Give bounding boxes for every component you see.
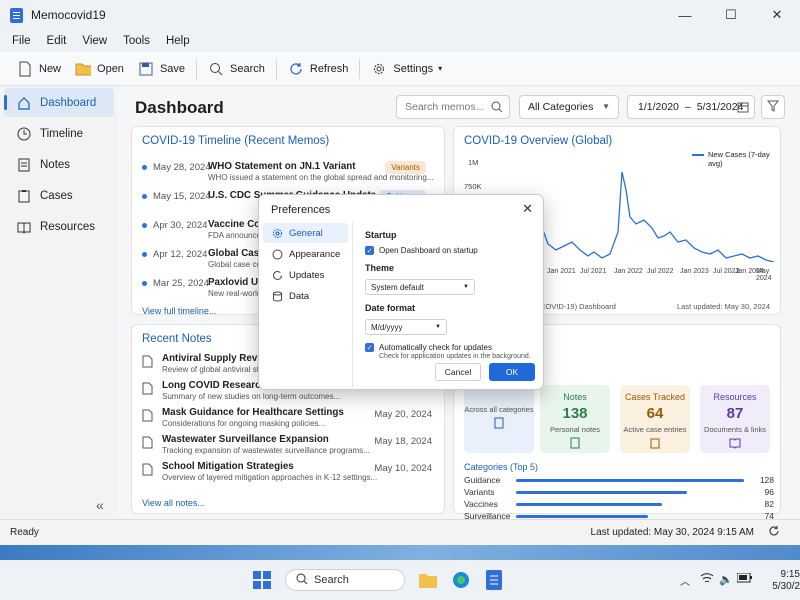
gear-icon: [271, 227, 283, 239]
modal-overlay: Preferences ✕ General Appearance Updates: [0, 0, 800, 545]
dialog-nav-data[interactable]: Data: [263, 286, 348, 306]
dialog-nav-appearance[interactable]: Appearance: [263, 244, 348, 264]
startup-checkbox[interactable]: ✓ Open Dashboard on startup: [365, 246, 535, 255]
taskbar: Search ︿ 🔈 9:15 5/30/2: [0, 560, 800, 600]
chevron-up-icon[interactable]: ︿: [680, 573, 690, 588]
dialog-nav-label: General: [289, 227, 323, 239]
edge-browser-icon[interactable]: [452, 571, 470, 592]
dialog-title: Preferences: [271, 204, 331, 216]
theme-select[interactable]: System default ▼: [365, 279, 475, 295]
taskbar-clock[interactable]: 9:15 5/30/2: [760, 569, 800, 593]
volume-icon[interactable]: 🔈: [719, 573, 733, 586]
preferences-dialog: Preferences ✕ General Appearance Updates: [258, 194, 544, 390]
chevron-down-icon: ▼: [463, 284, 469, 290]
dialog-body: Startup ✓ Open Dashboard on startup Them…: [365, 230, 535, 360]
windows-start-icon[interactable]: [253, 571, 271, 592]
chevron-down-icon: ▼: [435, 324, 441, 330]
ok-button[interactable]: OK: [489, 363, 535, 381]
palette-icon: [271, 248, 283, 260]
memocovid-app-icon[interactable]: [486, 570, 502, 593]
battery-icon[interactable]: [736, 572, 753, 586]
clock-time: 9:15: [780, 569, 800, 580]
startup-heading: Startup: [365, 230, 397, 240]
dialog-nav-general[interactable]: General: [263, 223, 348, 243]
file-explorer-icon[interactable]: [418, 571, 438, 592]
date-format-value: M/d/yyyy: [371, 322, 403, 332]
dialog-nav-label: Updates: [289, 269, 325, 281]
taskbar-search[interactable]: Search: [285, 569, 405, 591]
database-icon: [271, 290, 283, 302]
theme-value: System default: [371, 282, 424, 292]
date-format-select[interactable]: M/d/yyyy ▼: [365, 319, 447, 335]
date-format-heading: Date format: [365, 303, 416, 313]
clock-date: 5/30/2: [772, 581, 800, 592]
auto-update-checkbox[interactable]: ✓ Automatically check for updates: [365, 343, 535, 352]
auto-update-desc: Check for application updates in the bac…: [379, 353, 531, 360]
cancel-button[interactable]: Cancel: [435, 363, 481, 381]
search-icon: [296, 573, 308, 588]
taskbar-search-label: Search: [314, 574, 349, 586]
dialog-nav-updates[interactable]: Updates: [263, 265, 348, 285]
startup-checkbox-label: Open Dashboard on startup: [379, 246, 478, 255]
dialog-nav-label: Data: [289, 290, 310, 302]
wifi-icon[interactable]: [700, 572, 714, 587]
check-icon: ✓: [365, 343, 374, 352]
auto-update-label: Automatically check for updates: [379, 343, 492, 352]
refresh-icon: [271, 269, 283, 281]
dialog-nav-label: Appearance: [289, 248, 341, 260]
app-window: Memocovid19 — ☐ ✕ File Edit View Tools H…: [0, 0, 800, 545]
dialog-nav: General Appearance Updates Data: [259, 222, 353, 390]
check-icon: ✓: [365, 246, 374, 255]
close-icon[interactable]: ✕: [522, 201, 533, 217]
theme-heading: Theme: [365, 263, 395, 273]
